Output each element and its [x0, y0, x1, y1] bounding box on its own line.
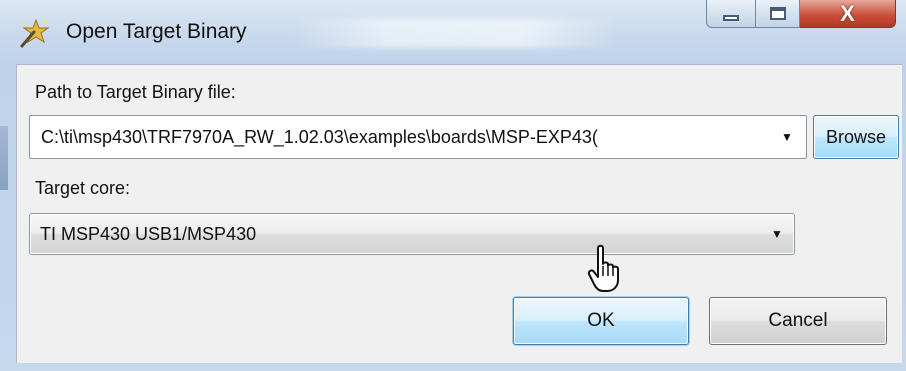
path-input[interactable]	[30, 116, 760, 158]
open-target-binary-dialog: Open Target Binary X Path to Target Bina…	[0, 0, 906, 371]
target-core-select[interactable]: TI MSP430 USB1/MSP430 ▼	[29, 213, 795, 255]
dropdown-arrow-icon[interactable]: ▼	[760, 214, 794, 254]
close-button[interactable]: X	[800, 0, 896, 28]
dialog-body: Path to Target Binary file: ▼ Browse Tar…	[16, 64, 902, 363]
title-bar[interactable]: Open Target Binary X	[0, 0, 906, 64]
maximize-icon	[769, 7, 786, 20]
target-core-value: TI MSP430 USB1/MSP430	[40, 224, 257, 244]
path-label: Path to Target Binary file:	[35, 82, 236, 102]
window-title: Open Target Binary	[66, 20, 247, 43]
path-combobox[interactable]: ▼	[29, 115, 807, 159]
browse-button[interactable]: Browse	[813, 115, 899, 159]
dropdown-arrow-icon[interactable]: ▼	[770, 116, 804, 158]
background-window-edge	[0, 126, 8, 190]
maximize-button[interactable]	[756, 0, 800, 28]
screenshot-stage: Open Target Binary X Path to Target Bina…	[0, 0, 906, 371]
caption-buttons: X	[706, 0, 900, 30]
cancel-button[interactable]: Cancel	[709, 297, 887, 345]
minimize-button[interactable]	[706, 0, 756, 28]
blurred-title-text	[290, 18, 620, 48]
close-icon: X	[840, 0, 855, 26]
ok-button[interactable]: OK	[513, 297, 689, 345]
target-core-label: Target core:	[35, 178, 131, 198]
minimize-icon	[723, 14, 739, 21]
wizard-wand-icon	[20, 18, 50, 48]
